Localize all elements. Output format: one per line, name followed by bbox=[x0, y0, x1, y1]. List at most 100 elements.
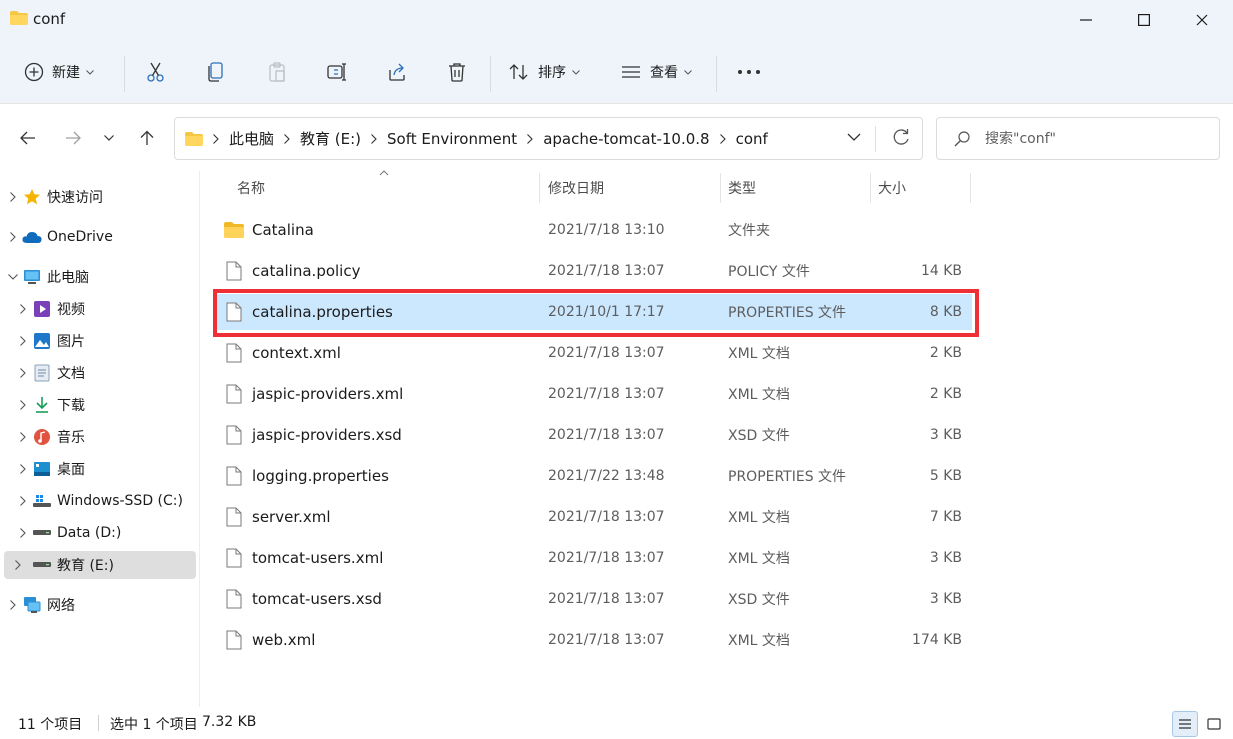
up-button[interactable] bbox=[133, 124, 161, 152]
nav-music[interactable]: 音乐 bbox=[14, 423, 196, 451]
status-divider bbox=[98, 715, 99, 731]
column-divider[interactable] bbox=[970, 173, 971, 203]
copy-button[interactable] bbox=[202, 54, 230, 90]
chevron-right-icon[interactable] bbox=[527, 133, 533, 144]
nav-videos[interactable]: 视频 bbox=[14, 295, 196, 323]
details-view-icon bbox=[1179, 719, 1191, 729]
file-row[interactable]: tomcat-users.xml 2021/7/18 13:07 XML 文档 … bbox=[216, 540, 972, 576]
search-box[interactable] bbox=[936, 117, 1220, 160]
nav-drive-d[interactable]: Data (D:) bbox=[14, 519, 196, 547]
file-row[interactable]: web.xml 2021/7/18 13:07 XML 文档 174 KB bbox=[216, 622, 972, 658]
minimize-button[interactable] bbox=[1057, 0, 1115, 40]
breadcrumb-conf[interactable]: conf bbox=[736, 130, 768, 148]
file-row[interactable]: context.xml 2021/7/18 13:07 XML 文档 2 KB bbox=[216, 335, 972, 371]
file-icon bbox=[224, 342, 244, 364]
nav-desktop[interactable]: 桌面 bbox=[14, 455, 196, 483]
chevron-right-icon[interactable] bbox=[719, 133, 726, 144]
nav-drive-c[interactable]: Windows-SSD (C:) bbox=[14, 487, 196, 515]
delete-button[interactable] bbox=[443, 54, 471, 90]
column-header-type[interactable]: 类型 bbox=[728, 171, 756, 205]
chevron-right-icon[interactable] bbox=[4, 192, 22, 202]
chevron-right-icon[interactable] bbox=[284, 133, 290, 144]
refresh-button[interactable] bbox=[891, 128, 911, 152]
sort-button[interactable]: 排序 bbox=[508, 54, 580, 90]
arrow-left-icon bbox=[20, 131, 35, 145]
file-row[interactable]: tomcat-users.xsd 2021/7/18 13:07 XSD 文件 … bbox=[216, 581, 972, 617]
breadcrumb-this-pc[interactable]: 此电脑 bbox=[229, 128, 274, 149]
recent-locations-button[interactable] bbox=[97, 124, 121, 152]
address-bar[interactable]: 此电脑 教育 (E:) Soft Environment apache-tomc… bbox=[174, 117, 923, 160]
chevron-right-icon[interactable] bbox=[14, 304, 32, 314]
breadcrumb-tomcat[interactable]: apache-tomcat-10.0.8 bbox=[543, 130, 709, 148]
nav-network[interactable]: 网络 bbox=[4, 591, 196, 619]
chevron-right-icon[interactable] bbox=[371, 133, 377, 144]
chevron-down-icon bbox=[86, 69, 94, 75]
file-row-selected[interactable]: catalina.properties 2021/10/1 17:17 PROP… bbox=[216, 294, 972, 330]
file-size: 7 KB bbox=[929, 509, 962, 525]
chevron-right-icon[interactable] bbox=[14, 464, 32, 474]
column-header-date[interactable]: 修改日期 bbox=[548, 171, 604, 205]
forward-button[interactable] bbox=[59, 124, 87, 152]
maximize-button[interactable] bbox=[1115, 0, 1173, 40]
chevron-right-icon[interactable] bbox=[14, 496, 32, 506]
cut-button[interactable] bbox=[142, 54, 170, 90]
nav-documents[interactable]: 文档 bbox=[14, 359, 196, 387]
chevron-right-icon[interactable] bbox=[14, 432, 32, 442]
status-bar: 11 个项目 选中 1 个项目 7.32 KB bbox=[0, 707, 1233, 739]
file-size: 14 KB bbox=[920, 263, 962, 279]
details-view-button[interactable] bbox=[1172, 711, 1198, 737]
column-divider[interactable] bbox=[539, 173, 540, 203]
file-type: XML 文档 bbox=[728, 346, 790, 362]
back-button[interactable] bbox=[14, 124, 42, 152]
chevron-right-icon[interactable] bbox=[14, 560, 22, 570]
new-button[interactable]: 新建 bbox=[24, 54, 94, 90]
breadcrumb-soft-environment[interactable]: Soft Environment bbox=[387, 130, 517, 148]
column-header-size[interactable]: 大小 bbox=[878, 171, 906, 205]
search-input[interactable] bbox=[985, 126, 1210, 152]
file-row[interactable]: server.xml 2021/7/18 13:07 XML 文档 7 KB bbox=[216, 499, 972, 535]
file-row[interactable]: jaspic-providers.xml 2021/7/18 13:07 XML… bbox=[216, 376, 972, 412]
column-divider[interactable] bbox=[720, 173, 721, 203]
column-header-name[interactable]: 名称 bbox=[237, 171, 265, 205]
close-button[interactable] bbox=[1173, 0, 1231, 40]
chevron-right-icon[interactable] bbox=[4, 232, 22, 242]
nav-quick-access[interactable]: 快速访问 bbox=[4, 183, 196, 211]
nav-this-pc[interactable]: 此电脑 bbox=[4, 263, 196, 291]
nav-onedrive[interactable]: OneDrive bbox=[4, 223, 196, 251]
search-icon bbox=[954, 131, 970, 147]
more-options-button[interactable] bbox=[734, 54, 764, 90]
chevron-right-icon[interactable] bbox=[4, 600, 22, 610]
file-name: context.xml bbox=[252, 344, 341, 362]
file-size: 174 KB bbox=[912, 632, 962, 648]
chevron-down-icon bbox=[572, 69, 580, 75]
share-icon bbox=[389, 63, 405, 81]
file-date: 2021/7/18 13:07 bbox=[548, 427, 665, 443]
nav-pictures[interactable]: 图片 bbox=[14, 327, 196, 355]
nav-downloads[interactable]: 下载 bbox=[14, 391, 196, 419]
rename-icon bbox=[327, 63, 346, 81]
nav-drive-e[interactable]: 教育 (E:) bbox=[4, 551, 196, 579]
chevron-down-icon[interactable] bbox=[4, 274, 22, 280]
paste-button[interactable] bbox=[263, 54, 291, 90]
navigation-pane: 快速访问 OneDrive 此电脑 视频 图片 文档 下载 音乐 桌面 Wind… bbox=[0, 171, 200, 707]
file-row[interactable]: Catalina 2021/7/18 13:10 文件夹 bbox=[216, 212, 972, 248]
file-name: catalina.properties bbox=[252, 303, 393, 321]
file-date: 2021/7/18 13:07 bbox=[548, 632, 665, 648]
breadcrumb-drive-e[interactable]: 教育 (E:) bbox=[300, 128, 361, 149]
file-row[interactable]: jaspic-providers.xsd 2021/7/18 13:07 XSD… bbox=[216, 417, 972, 453]
file-row[interactable]: catalina.policy 2021/7/18 13:07 POLICY 文… bbox=[216, 253, 972, 289]
chevron-right-icon[interactable] bbox=[14, 336, 32, 346]
tiles-view-button[interactable] bbox=[1201, 711, 1227, 737]
file-row[interactable]: logging.properties 2021/7/22 13:48 PROPE… bbox=[216, 458, 972, 494]
music-icon bbox=[32, 428, 52, 446]
share-button[interactable] bbox=[383, 54, 411, 90]
status-item-count: 11 个项目 bbox=[18, 717, 83, 733]
chevron-right-icon[interactable] bbox=[14, 400, 32, 410]
view-button[interactable]: 查看 bbox=[620, 54, 692, 90]
chevron-right-icon[interactable] bbox=[14, 528, 32, 538]
column-divider[interactable] bbox=[870, 173, 871, 203]
chevron-right-icon[interactable] bbox=[14, 368, 32, 378]
toolbar-separator bbox=[716, 56, 717, 92]
address-history-button[interactable] bbox=[847, 130, 861, 148]
rename-button[interactable] bbox=[323, 54, 351, 90]
